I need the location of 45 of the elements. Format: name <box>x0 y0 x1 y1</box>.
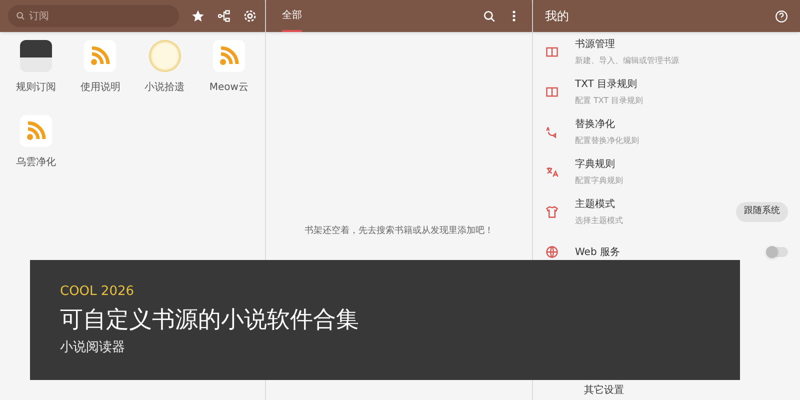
settings-icon[interactable] <box>243 9 257 23</box>
app-label[interactable]: Meow云 <box>209 80 248 95</box>
menu-item-subtitle: 新建、导入、编辑或管理书源 <box>575 55 679 67</box>
menu-item-subtitle: 选择主题模式 <box>575 215 623 227</box>
menu-item-title[interactable]: 字典规则 <box>575 157 615 172</box>
book-icon <box>545 45 559 59</box>
empty-message: 书架还空着，先去搜索书籍或从发现里添加吧！ <box>304 225 494 238</box>
menu-item-subtitle: 配置替换净化规则 <box>575 135 639 147</box>
app-label[interactable]: 使用说明 <box>80 80 120 95</box>
menu-item-subtitle: 配置字典规则 <box>575 175 623 187</box>
tab[interactable]: 全部 <box>282 0 302 32</box>
search-field[interactable]: 订阅 <box>8 5 179 27</box>
menu-item-title[interactable]: 主题模式 <box>575 197 615 212</box>
search-icon[interactable] <box>483 10 496 22</box>
toggle-switch[interactable] <box>766 247 788 257</box>
nodes-icon[interactable] <box>217 9 231 23</box>
app-logo-image <box>148 40 181 72</box>
app-label[interactable]: 小说拾遗 <box>144 80 185 95</box>
search-field[interactable]: 订阅 <box>29 8 171 24</box>
menu-item-subtitle: 配置 TXT 目录规则 <box>575 95 644 107</box>
menu-item-title[interactable]: Web 服务 <box>575 244 620 260</box>
globe-icon <box>545 245 559 259</box>
banner-subtitle: 小说阅读器 <box>60 339 126 358</box>
mode-chip[interactable]: 跟随系统 <box>736 202 788 222</box>
translate-icon <box>545 165 559 179</box>
book-icon <box>545 85 559 99</box>
app-label[interactable]: 规则订阅 <box>16 80 56 95</box>
banner-title: 可自定义书源的小说软件合集 <box>60 306 360 334</box>
rss-icon <box>20 115 52 147</box>
star-icon[interactable] <box>191 9 205 23</box>
menu-item-title[interactable]: TXT 目录规则 <box>575 77 638 92</box>
app-logo-image <box>20 40 52 72</box>
menu-item-title[interactable]: 替换净化 <box>575 117 615 132</box>
replace-icon <box>545 125 559 139</box>
menu-item-title[interactable]: 其它设置 <box>533 383 800 400</box>
menu-item-title[interactable]: 书源管理 <box>575 37 615 52</box>
rss-icon <box>84 40 116 72</box>
more-icon[interactable] <box>512 10 516 22</box>
shirt-icon <box>545 205 559 219</box>
app-label[interactable]: 乌雲净化 <box>16 155 56 170</box>
rss-icon <box>212 40 245 72</box>
page-title: 我的 <box>545 8 570 25</box>
help-icon[interactable] <box>775 10 788 22</box>
search-icon <box>16 11 26 21</box>
banner-eyebrow: COOL 2026 <box>60 283 136 302</box>
